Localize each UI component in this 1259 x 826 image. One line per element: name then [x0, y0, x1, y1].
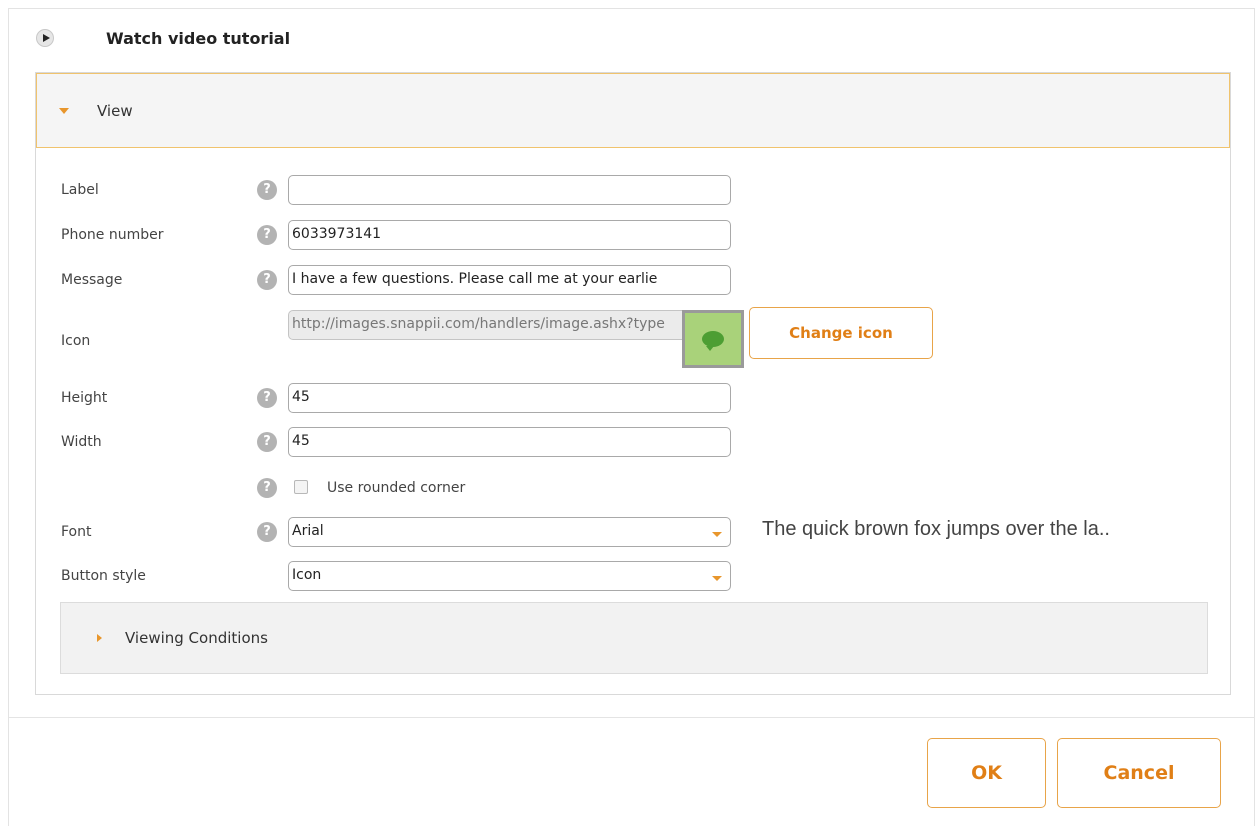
message-field-label: Message [61, 272, 123, 288]
width-field-label: Width [61, 434, 102, 450]
viewing-conditions-header[interactable]: Viewing Conditions [60, 602, 1208, 674]
button-style-row: Button style Icon [61, 561, 1211, 591]
phone-field-label: Phone number [61, 227, 164, 243]
label-field-label: Label [61, 182, 99, 198]
caret-down-icon [59, 107, 69, 114]
message-row: Message ? I have a few questions. Please… [61, 265, 1211, 295]
play-icon[interactable] [36, 29, 54, 47]
view-panel-header[interactable]: View [36, 73, 1230, 148]
rounded-corner-label[interactable]: Use rounded corner [327, 480, 465, 496]
chevron-down-icon [712, 576, 722, 581]
help-icon[interactable]: ? [257, 432, 277, 452]
rounded-corner-checkbox[interactable] [294, 480, 308, 494]
font-select-value: Arial [292, 523, 324, 539]
watch-tutorial-link[interactable]: Watch video tutorial [36, 26, 290, 50]
rounded-corner-row: ? Use rounded corner [61, 473, 1211, 503]
view-panel-title: View [97, 101, 133, 120]
height-row: Height ? 45 [61, 383, 1211, 413]
width-row: Width ? 45 [61, 427, 1211, 457]
help-icon[interactable]: ? [257, 388, 277, 408]
tutorial-label[interactable]: Watch video tutorial [106, 29, 290, 48]
ok-button[interactable]: OK [927, 738, 1046, 808]
viewing-conditions-title: Viewing Conditions [125, 629, 268, 647]
message-input[interactable]: I have a few questions. Please call me a… [288, 265, 731, 295]
change-icon-button[interactable]: Change icon [749, 307, 933, 359]
font-preview-text: The quick brown fox jumps over the la.. [762, 518, 1110, 540]
button-style-select-value: Icon [292, 567, 322, 583]
label-row: Label ? [61, 175, 1211, 205]
help-icon[interactable]: ? [257, 270, 277, 290]
font-field-label: Font [61, 524, 92, 540]
help-icon[interactable]: ? [257, 478, 277, 498]
phone-row: Phone number ? 6033973141 [61, 220, 1211, 250]
help-icon[interactable]: ? [257, 225, 277, 245]
height-field-label: Height [61, 390, 108, 406]
phone-number-input[interactable]: 6033973141 [288, 220, 731, 250]
icon-field-label: Icon [61, 333, 91, 349]
cancel-button[interactable]: Cancel [1057, 738, 1221, 808]
icon-preview [682, 310, 744, 368]
height-input[interactable]: 45 [288, 383, 731, 413]
chevron-down-icon [712, 532, 722, 537]
label-input[interactable] [288, 175, 731, 205]
width-input[interactable]: 45 [288, 427, 731, 457]
button-style-field-label: Button style [61, 568, 146, 584]
footer-divider [9, 717, 1255, 718]
help-icon[interactable]: ? [257, 180, 277, 200]
icon-row: Icon http://images.snappii.com/handlers/… [61, 310, 1211, 349]
font-select[interactable]: Arial [288, 517, 731, 547]
caret-right-icon [97, 634, 102, 642]
icon-url-input: http://images.snappii.com/handlers/image… [288, 310, 731, 340]
button-style-select[interactable]: Icon [288, 561, 731, 591]
help-icon[interactable]: ? [257, 522, 277, 542]
chat-bubble-icon [702, 331, 724, 351]
